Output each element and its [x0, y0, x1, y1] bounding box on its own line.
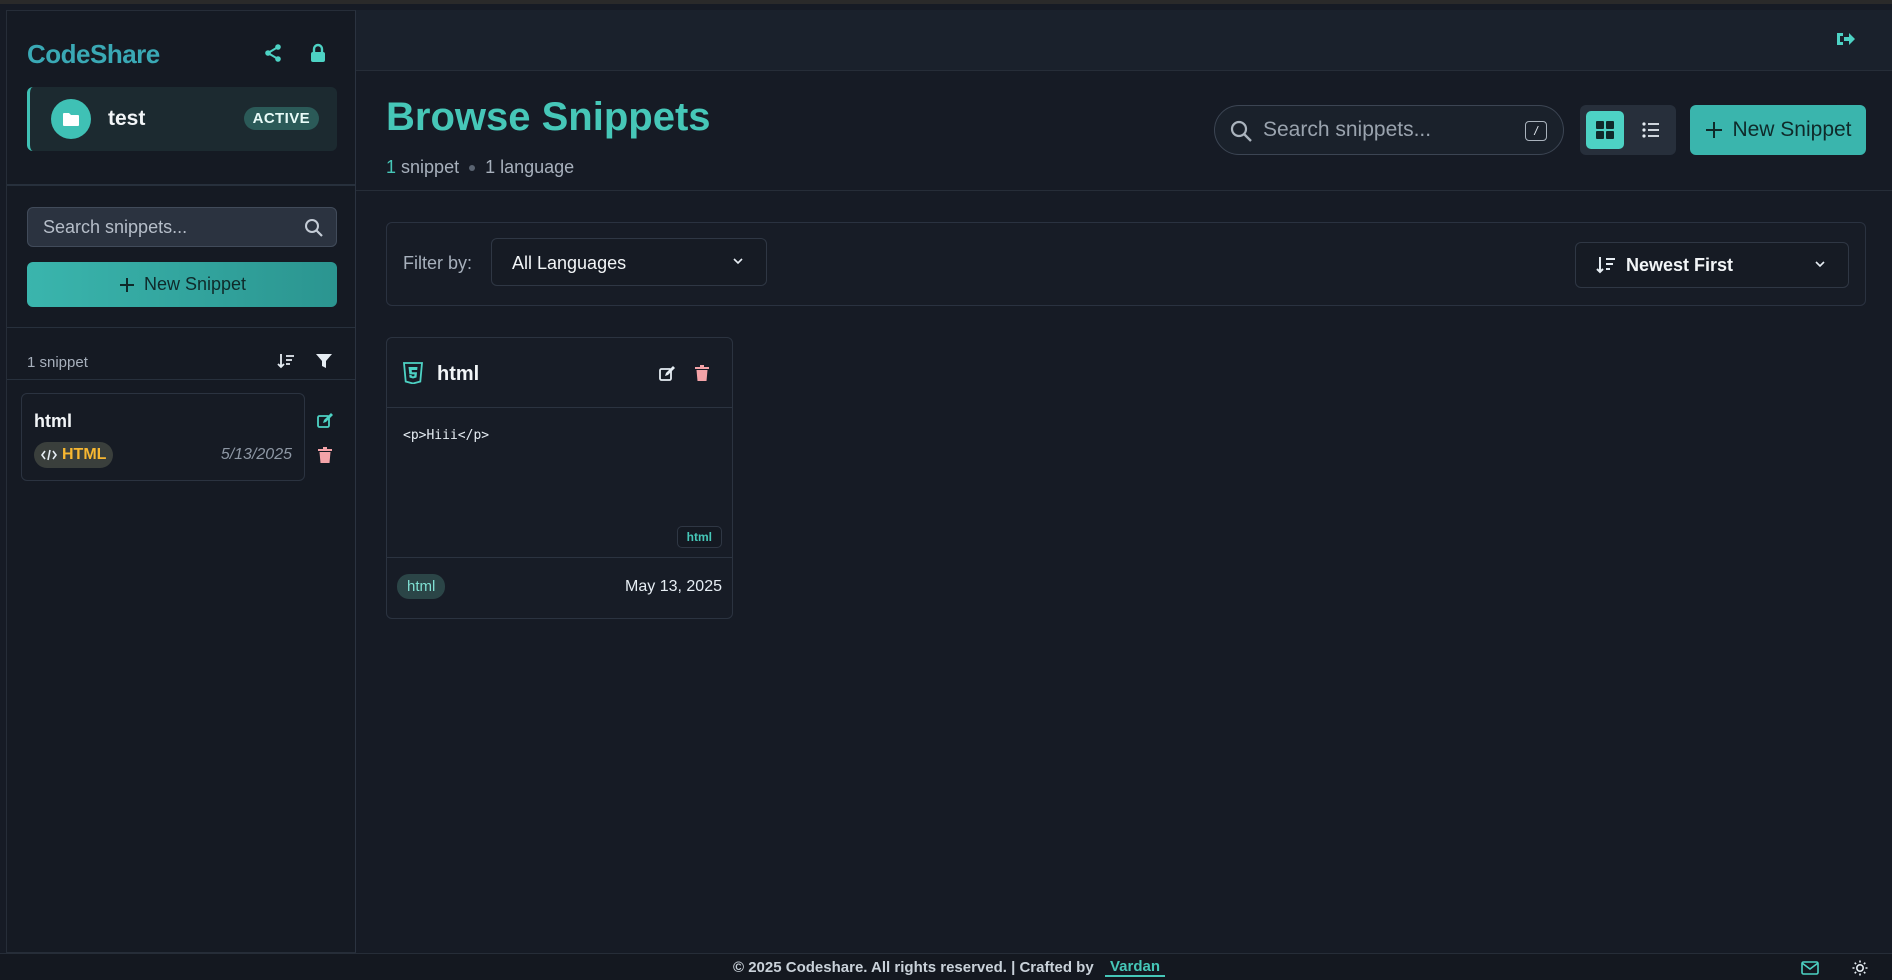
grid-icon	[1596, 121, 1614, 139]
footer-copyright: © 2025 Codeshare. All rights reserved. |…	[733, 959, 1094, 976]
stat-separator	[469, 164, 476, 171]
workspace-name: test	[108, 107, 146, 130]
filter-bar: Filter by: All Languages Newest First	[386, 222, 1866, 306]
window-top-strip	[0, 0, 1892, 4]
app-brand[interactable]: CodeShare	[27, 39, 160, 70]
sidebar-tools	[277, 352, 333, 370]
snippet-date: 5/13/2025	[220, 446, 292, 463]
language-select-value: All Languages	[512, 253, 627, 273]
mail-icon[interactable]	[1801, 961, 1819, 975]
sort-select[interactable]: Newest First	[1575, 242, 1849, 288]
divider	[7, 184, 355, 186]
sidebar-new-snippet-button[interactable]: New Snippet	[27, 262, 337, 307]
snippet-card-date: May 13, 2025	[625, 578, 722, 595]
chevron-down-icon	[733, 258, 743, 265]
sidebar-new-snippet-label: New Snippet	[143, 274, 247, 294]
footer-author-link[interactable]: Vardan	[1105, 958, 1166, 977]
page-stats: 1 snippet 1 language	[386, 157, 574, 178]
workspace-card[interactable]: test ACTIVE	[27, 87, 337, 151]
snippet-count-stat: 1 snippet	[386, 157, 459, 178]
search-icon	[1229, 119, 1253, 148]
share-icon[interactable]	[263, 43, 283, 63]
sidebar-snippet-count: 1 snippet	[27, 354, 88, 371]
trash-icon[interactable]	[695, 365, 709, 381]
sort-select-value: Newest First	[1626, 255, 1734, 275]
snippet-code-preview: <p>Hiii</p>	[403, 428, 490, 443]
html5-icon	[403, 362, 423, 389]
sort-icon[interactable]	[277, 352, 295, 370]
footer: © 2025 Codeshare. All rights reserved. |…	[0, 953, 1892, 980]
sidebar-snippet-item[interactable]: html HTML 5/13/2025	[21, 393, 305, 481]
filter-label: Filter by:	[403, 253, 473, 273]
logout-icon[interactable]	[1836, 30, 1856, 48]
plus-icon	[119, 277, 134, 292]
snippet-card-header: html	[387, 338, 732, 408]
main-search-input[interactable]	[1263, 106, 1513, 154]
sidebar: CodeShare test ACTIVE New Snippet 1 snip…	[6, 10, 356, 953]
snippet-count-label: snippet	[401, 157, 460, 177]
divider	[7, 379, 355, 380]
chevron-down-icon	[1815, 261, 1825, 268]
list-view-button[interactable]	[1632, 111, 1670, 149]
code-language-tag: html	[676, 526, 722, 548]
list-icon	[1642, 122, 1659, 138]
new-snippet-label: New Snippet	[1732, 118, 1852, 141]
trash-icon[interactable]	[317, 447, 333, 463]
folder-icon	[51, 99, 91, 139]
brand-actions	[263, 43, 327, 63]
page-header: Browse Snippets 1 snippet 1 language / N…	[356, 71, 1892, 191]
snippet-card[interactable]: html <p>Hiii</p> html html May 13, 2025	[386, 337, 733, 619]
search-icon	[304, 218, 324, 238]
snippet-card-title: html	[437, 363, 480, 385]
plus-icon	[1706, 122, 1723, 138]
language-badge-label: HTML	[62, 446, 107, 463]
sidebar-search	[27, 207, 337, 247]
filter-icon[interactable]	[315, 352, 333, 370]
search-shortcut-key: /	[1525, 121, 1547, 141]
page-title: Browse Snippets	[386, 95, 711, 139]
top-bar	[356, 10, 1892, 71]
sidebar-search-input[interactable]	[28, 208, 336, 246]
main-content: Browse Snippets 1 snippet 1 language / N…	[356, 10, 1892, 953]
snippet-count-number: 1	[386, 157, 397, 177]
code-icon	[41, 449, 57, 461]
snippet-tag[interactable]: html	[397, 574, 446, 599]
language-count-stat: 1 language	[485, 157, 575, 177]
view-toggle	[1580, 105, 1676, 155]
lock-icon[interactable]	[309, 43, 327, 63]
grid-view-button[interactable]	[1586, 111, 1624, 149]
language-badge: HTML	[34, 442, 114, 468]
divider	[7, 327, 355, 328]
main-search: /	[1214, 105, 1564, 155]
sidebar-item-actions	[317, 413, 333, 463]
workspace-status-badge: ACTIVE	[243, 107, 319, 130]
brand-row: CodeShare	[27, 39, 337, 71]
edit-icon[interactable]	[659, 366, 675, 382]
edit-icon[interactable]	[317, 413, 333, 429]
divider	[387, 557, 732, 558]
snippet-title: html	[34, 411, 72, 431]
sort-icon	[1596, 257, 1615, 274]
language-select[interactable]: All Languages	[491, 238, 767, 286]
new-snippet-button[interactable]: New Snippet	[1690, 105, 1866, 155]
sun-icon[interactable]	[1852, 960, 1868, 976]
